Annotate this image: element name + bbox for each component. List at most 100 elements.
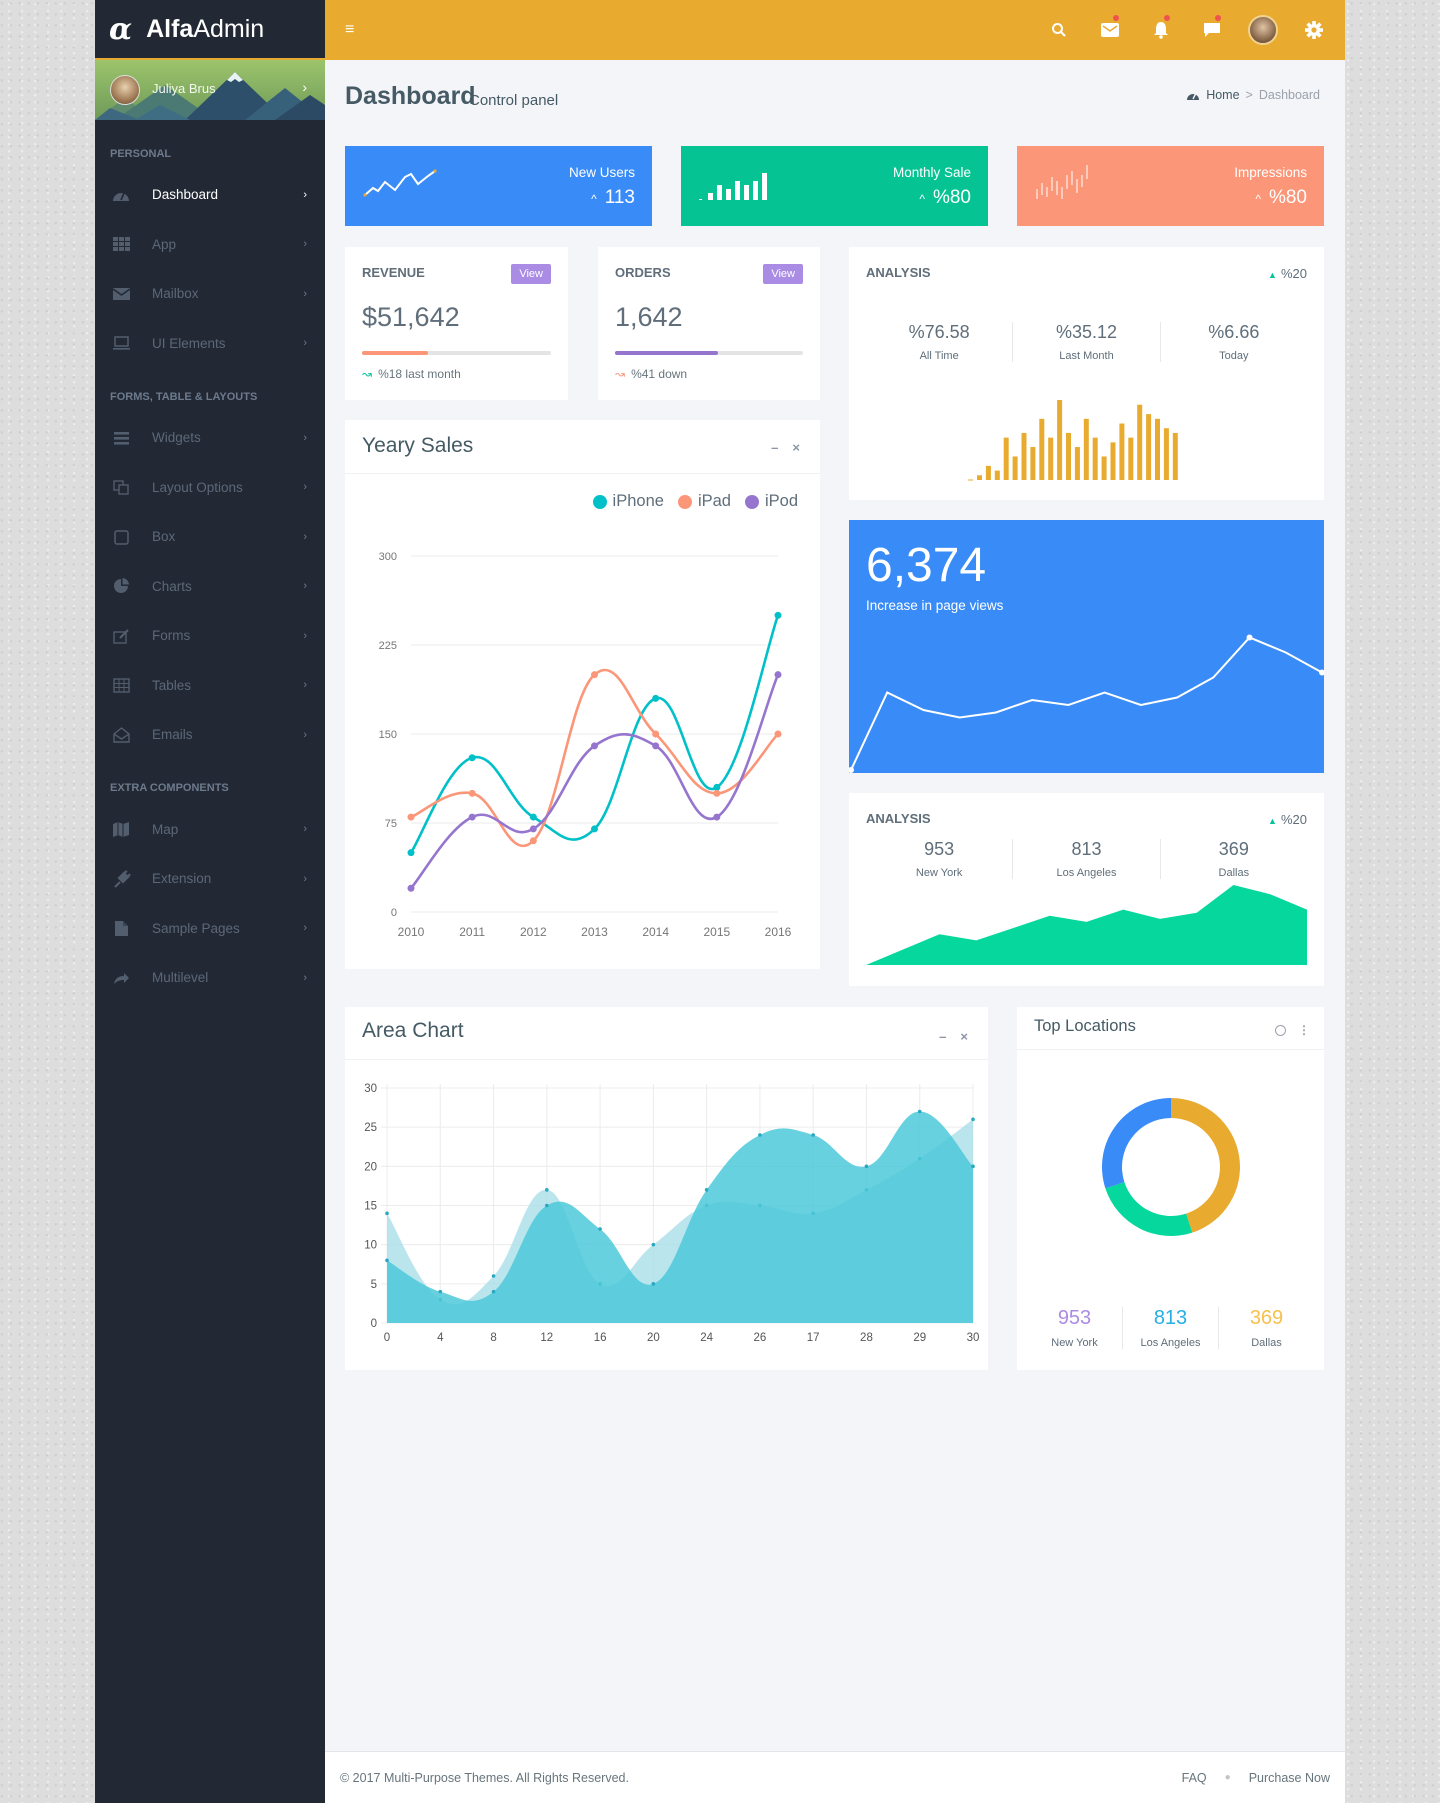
stat-value-number: %80: [932, 187, 971, 208]
user-menu-button[interactable]: [1237, 0, 1288, 60]
revenue-title: REVENUE: [362, 265, 425, 280]
user-avatar: [1247, 15, 1278, 45]
analysis-bar: [1163, 428, 1169, 480]
settings-button[interactable]: [1288, 0, 1339, 60]
y-tick-label: 15: [364, 1201, 377, 1213]
analysis-bar: [1074, 447, 1080, 480]
sidebar-item-layout-options[interactable]: Layout Options ›: [95, 463, 325, 513]
chevron-right-icon: ›: [303, 238, 307, 251]
logo[interactable]: α Alfa Admin: [95, 0, 325, 60]
sidebar-item-tables[interactable]: Tables ›: [95, 661, 325, 711]
analysis-bar: [1137, 404, 1143, 480]
sidebar-item-app[interactable]: App ›: [95, 220, 325, 270]
x-tick-label: 24: [700, 1332, 713, 1344]
analysis-bar: [985, 465, 991, 480]
stat-card-new-users[interactable]: New Users ^ 113: [345, 146, 652, 226]
faq-link[interactable]: FAQ: [1182, 1771, 1207, 1785]
breadcrumb-home-link[interactable]: Home: [1206, 88, 1239, 102]
revenue-footer: ↝ %18 last month: [362, 367, 461, 381]
user-panel[interactable]: Juliya Brus ›: [95, 60, 325, 120]
sidebar-item-multilevel[interactable]: Multilevel ›: [95, 953, 325, 1003]
analysis-bar: [1146, 414, 1152, 480]
data-point: [811, 1133, 815, 1137]
revenue-value: $51,642: [362, 302, 460, 332]
data-point: [385, 1211, 389, 1216]
orders-title: ORDERS: [615, 265, 671, 280]
search-icon: [1051, 23, 1066, 37]
share-icon: [110, 969, 132, 987]
mail-button[interactable]: [1084, 0, 1135, 60]
data-point: [468, 813, 476, 821]
revenue-view-button[interactable]: View: [511, 264, 551, 284]
data-point: [652, 694, 660, 702]
x-tick-label: 26: [754, 1332, 767, 1344]
data-point: [438, 1289, 443, 1294]
location-value: 369: [1249, 1307, 1284, 1329]
data-point: [651, 1282, 656, 1286]
sidebar-item-widgets[interactable]: Widgets ›: [95, 413, 325, 463]
notification-dot: [1164, 15, 1170, 21]
revenue-progress-bar: [362, 351, 551, 355]
chevron-right-icon: ›: [303, 580, 307, 593]
chevron-right-icon: ›: [303, 629, 307, 642]
city-area: [866, 885, 1307, 965]
yearly-sales-box: Yeary Sales – × iPhone iPad iPod 0 75 150 225…: [345, 420, 820, 969]
x-tick-label: 30: [967, 1332, 980, 1344]
sidebar-item-charts[interactable]: Charts ›: [95, 562, 325, 612]
analysis-bar: [1021, 432, 1027, 480]
sidebar-item-sample-pages[interactable]: Sample Pages ›: [95, 904, 325, 954]
chevron-right-icon: ›: [303, 922, 307, 935]
page-title: Dashboard: [345, 82, 476, 110]
trend-icon: ↝: [615, 367, 626, 381]
user-avatar[interactable]: [110, 75, 140, 105]
stat-card-impressions[interactable]: Impressions ^ %80: [1017, 146, 1324, 226]
x-tick-label: 29: [913, 1332, 926, 1344]
search-button[interactable]: [1033, 0, 1084, 60]
data-point: [651, 1242, 656, 1247]
y-tick-label: 20: [364, 1161, 377, 1173]
data-point: [591, 742, 598, 750]
data-point: [971, 1117, 975, 1122]
data-point: [704, 1188, 709, 1192]
sidebar-item-label: Forms: [152, 628, 191, 644]
notifications-button[interactable]: [1135, 0, 1186, 60]
sidebar-item-map[interactable]: Map ›: [95, 805, 325, 855]
data-point: [849, 767, 854, 773]
purchase-now-link[interactable]: Purchase Now: [1249, 1771, 1330, 1785]
sparkline-line: [363, 169, 437, 197]
data-point: [545, 1188, 549, 1192]
copyright-text: © 2017 Multi-Purpose Themes. All Rights …: [340, 1770, 629, 1785]
sidebar-item-forms[interactable]: Forms ›: [95, 611, 325, 661]
sidebar-item-mailbox[interactable]: Mailbox ›: [95, 269, 325, 319]
chevron-right-icon[interactable]: ›: [302, 79, 307, 95]
x-tick-label: 8: [490, 1332, 496, 1344]
orders-value: 1,642: [615, 302, 683, 332]
stat-card-monthly-sale[interactable]: Monthly Sale ^ %80: [681, 146, 988, 226]
donut-slice-los-angeles: [1102, 1098, 1171, 1189]
analysis-bar: [1092, 437, 1098, 480]
sidebar-item-extension[interactable]: Extension ›: [95, 854, 325, 904]
data-point: [917, 1109, 922, 1114]
x-tick-label: 2011: [459, 925, 485, 939]
sidebar-item-box[interactable]: Box ›: [95, 512, 325, 562]
square-icon: [110, 528, 132, 546]
sidebar-item-dashboard[interactable]: Dashboard ›: [95, 170, 325, 220]
logo-text-light: Admin: [193, 14, 265, 43]
sidebar-item-emails[interactable]: Emails ›: [95, 710, 325, 760]
data-point: [591, 825, 598, 833]
sidebar-item-label: Sample Pages: [152, 920, 240, 936]
messages-button[interactable]: [1186, 0, 1237, 60]
orders-view-button[interactable]: View: [763, 264, 803, 284]
dashboard-icon: [110, 186, 132, 204]
up-arrow-icon: ^: [591, 192, 597, 206]
nav-section-header: PERSONAL: [110, 147, 172, 160]
y-tick-label: 10: [364, 1240, 377, 1252]
sidebar-item-ui-elements[interactable]: UI Elements ›: [95, 319, 325, 369]
page-views-line-chart: [849, 634, 1324, 773]
menu-toggle-icon[interactable]: ≡: [345, 21, 354, 39]
data-point: [407, 884, 415, 892]
data-point: [407, 813, 415, 821]
analysis-bar: [1155, 418, 1160, 480]
chevron-right-icon: ›: [303, 823, 307, 836]
revenue-card: REVENUE View $51,642 ↝ %18 last month: [345, 247, 568, 400]
